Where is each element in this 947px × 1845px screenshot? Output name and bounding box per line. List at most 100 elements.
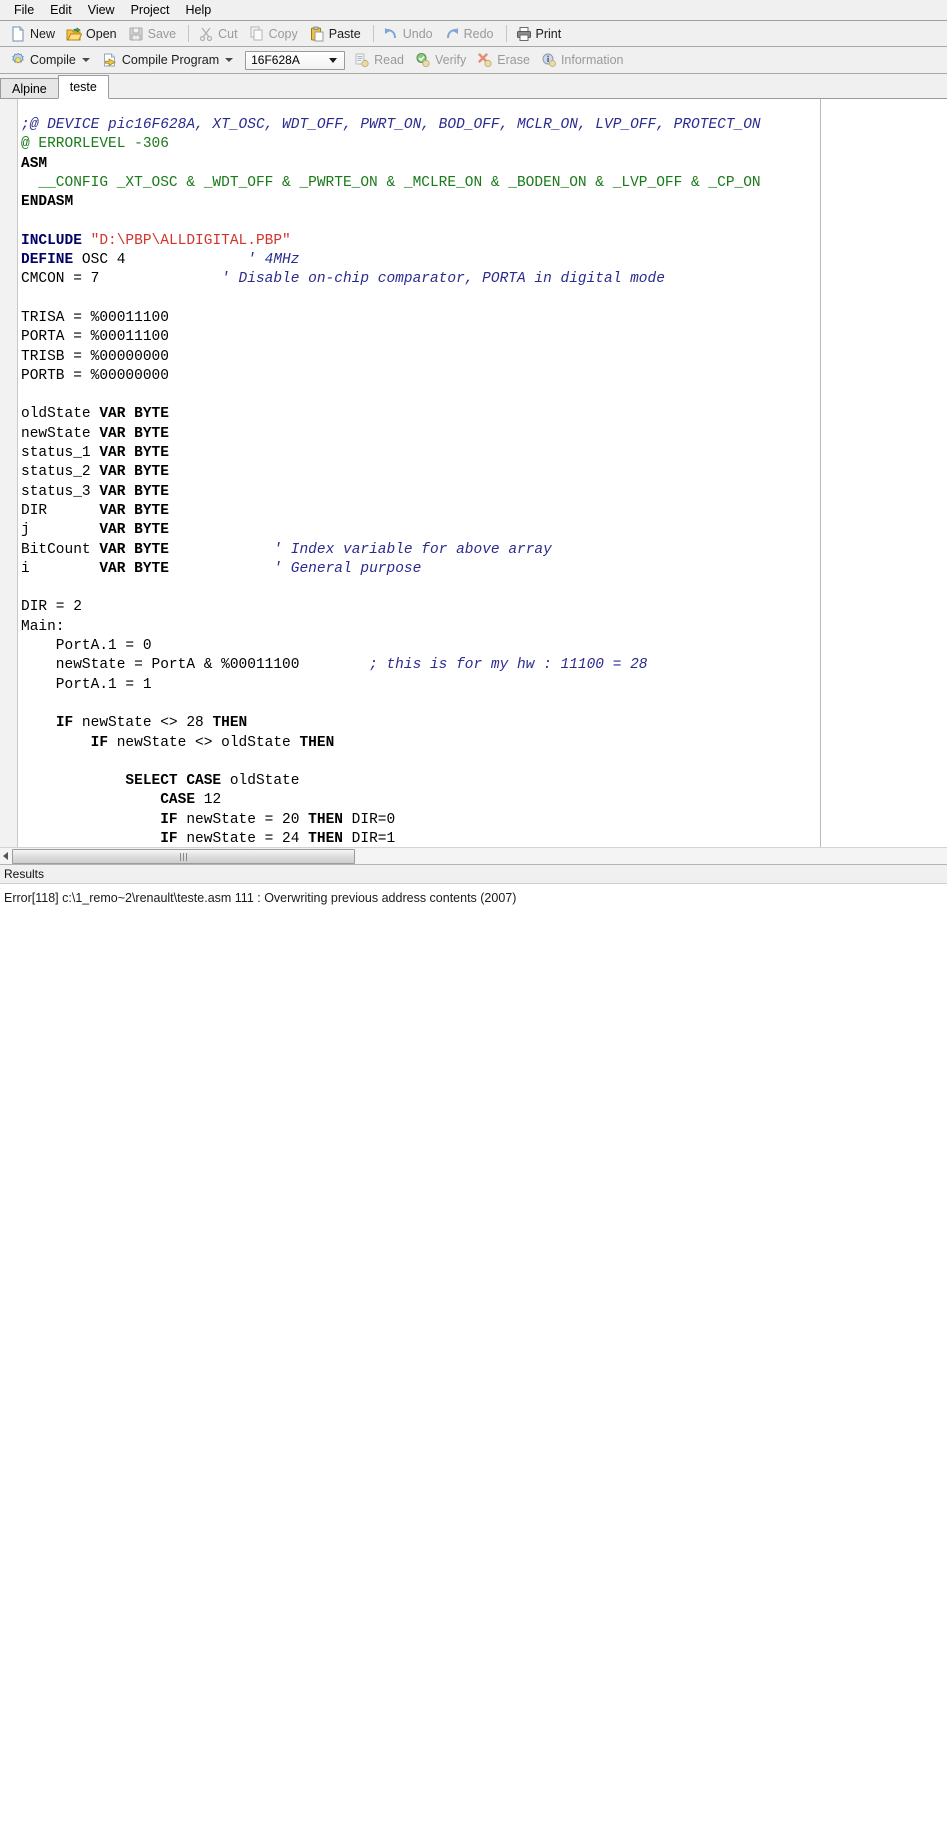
code-line: ;@ DEVICE pic16F628A, XT_OSC, WDT_OFF, P… (21, 117, 761, 133)
erase-button-label: Erase (497, 53, 530, 67)
menu-bar: File Edit View Project Help (0, 0, 947, 21)
grip-icon (180, 852, 187, 861)
erase-x-icon (477, 52, 493, 68)
code-line: status_1 VAR BYTE (21, 445, 169, 462)
save-disk-icon (128, 26, 144, 42)
scrollbar-thumb[interactable] (12, 849, 355, 864)
code-line: @ ERRORLEVEL -306 (21, 136, 169, 153)
menu-edit[interactable]: Edit (42, 1, 80, 20)
scissors-icon (198, 26, 214, 42)
erase-button[interactable]: Erase (473, 49, 537, 71)
chevron-down-icon[interactable] (225, 58, 234, 62)
code-editor[interactable]: ;@ DEVICE pic16F628A, XT_OSC, WDT_OFF, P… (0, 99, 947, 847)
chevron-down-icon[interactable] (329, 57, 338, 63)
toolbar-separator (188, 25, 190, 42)
compile-program-icon (102, 52, 118, 68)
new-button[interactable]: New (6, 23, 62, 45)
save-button-label: Save (147, 26, 177, 41)
scrollbar-track[interactable] (356, 848, 947, 864)
undo-button-label: Undo (402, 26, 433, 41)
chevron-down-icon[interactable] (81, 58, 90, 62)
copy-button[interactable]: Copy (245, 23, 305, 45)
open-button-label: Open (86, 26, 117, 41)
gear-compile-icon (10, 52, 26, 68)
code-line: __CONFIG _XT_OSC & _WDT_OFF & _PWRTE_ON … (21, 174, 761, 191)
editor-horizontal-scrollbar[interactable] (0, 847, 947, 864)
code-line: DIR = 2 (21, 599, 82, 616)
compile-program-button-label: Compile Program (121, 53, 220, 67)
compile-toolbar: Compile Compile Program 16F628A Read Ver… (0, 47, 947, 74)
code-line: IF newState = 20 THEN DIR=0 (160, 811, 396, 828)
tab-alpine[interactable]: Alpine (0, 78, 59, 98)
information-button[interactable]: Information (537, 49, 631, 71)
code-line: newState VAR BYTE (21, 425, 169, 442)
code-line: status_2 VAR BYTE (21, 464, 169, 481)
document-tabs: Alpine teste (0, 74, 947, 99)
code-line: PortA.1 = 1 (21, 676, 152, 693)
paste-button[interactable]: Paste (305, 23, 368, 45)
code-line: IF newState = 24 THEN DIR=1 (160, 830, 396, 847)
code-line: CMCON = 7 ' Disable on-chip comparator, … (21, 271, 665, 288)
compile-program-button[interactable]: Compile Program (98, 49, 241, 71)
read-button-label: Read (374, 53, 405, 67)
code-text[interactable]: ;@ DEVICE pic16F628A, XT_OSC, WDT_OFF, P… (18, 99, 947, 847)
result-error-line: Error[118] c:\1_remo~2\renault\teste.asm… (4, 891, 517, 905)
menu-file[interactable]: File (6, 1, 42, 20)
code-line: PORTA = %00011100 (21, 329, 169, 346)
main-toolbar: New Open Save Cut Copy Paste Undo Redo P… (0, 21, 947, 47)
device-select-value: 16F628A (251, 53, 300, 67)
code-line: DEFINE OSC 4 ' 4MHz (21, 252, 300, 269)
editor-gutter (0, 99, 18, 847)
read-icon (354, 52, 370, 68)
menu-project[interactable]: Project (123, 1, 178, 20)
redo-button-label: Redo (463, 26, 494, 41)
code-line: INCLUDE "D:\PBP\ALLDIGITAL.PBP" (21, 232, 291, 249)
clipboard-icon (309, 26, 325, 42)
print-button[interactable]: Print (512, 23, 569, 45)
redo-button[interactable]: Redo (440, 23, 501, 45)
compile-button[interactable]: Compile (6, 49, 98, 71)
code-line: IF newState <> 28 THEN (55, 715, 248, 732)
code-line: PortA.1 = 0 (21, 638, 152, 655)
cut-button-label: Cut (218, 26, 238, 41)
verify-check-icon (415, 52, 431, 68)
copy-button-label: Copy (268, 26, 298, 41)
code-line: IF newState <> oldState THEN (90, 734, 335, 751)
copy-icon (249, 26, 265, 42)
code-line: oldState VAR BYTE (21, 406, 169, 423)
scroll-left-button[interactable] (0, 848, 11, 864)
compile-button-label: Compile (30, 53, 76, 67)
code-line: ASM (21, 155, 48, 172)
menu-view[interactable]: View (80, 1, 123, 20)
undo-button[interactable]: Undo (379, 23, 440, 45)
new-file-icon (10, 26, 26, 42)
code-line: newState = PortA & %00011100 ; this is f… (21, 657, 648, 674)
device-select[interactable]: 16F628A (245, 50, 346, 70)
redo-arrow-icon (444, 26, 460, 42)
open-button[interactable]: Open (62, 23, 124, 45)
paste-button-label: Paste (328, 26, 361, 41)
verify-button-label: Verify (435, 53, 467, 67)
save-button[interactable]: Save (124, 23, 184, 45)
chevron-left-icon (3, 852, 8, 860)
information-icon (541, 52, 557, 68)
new-button-label: New (30, 26, 56, 41)
code-line: j VAR BYTE (21, 522, 169, 539)
verify-button[interactable]: Verify (411, 49, 473, 71)
code-line: BitCount VAR BYTE ' Index variable for a… (21, 541, 552, 558)
code-line: ENDASM (21, 194, 74, 211)
print-button-label: Print (535, 26, 562, 41)
code-line: status_3 VAR BYTE (21, 483, 169, 500)
read-button[interactable]: Read (350, 49, 411, 71)
information-button-label: Information (560, 53, 624, 67)
results-panel-header: Results (0, 864, 947, 884)
tab-teste[interactable]: teste (57, 75, 109, 99)
toolbar-separator (505, 25, 507, 42)
results-panel-body[interactable]: Error[118] c:\1_remo~2\renault\teste.asm… (0, 884, 947, 1845)
cut-button[interactable]: Cut (194, 23, 244, 45)
menu-help[interactable]: Help (177, 1, 219, 20)
